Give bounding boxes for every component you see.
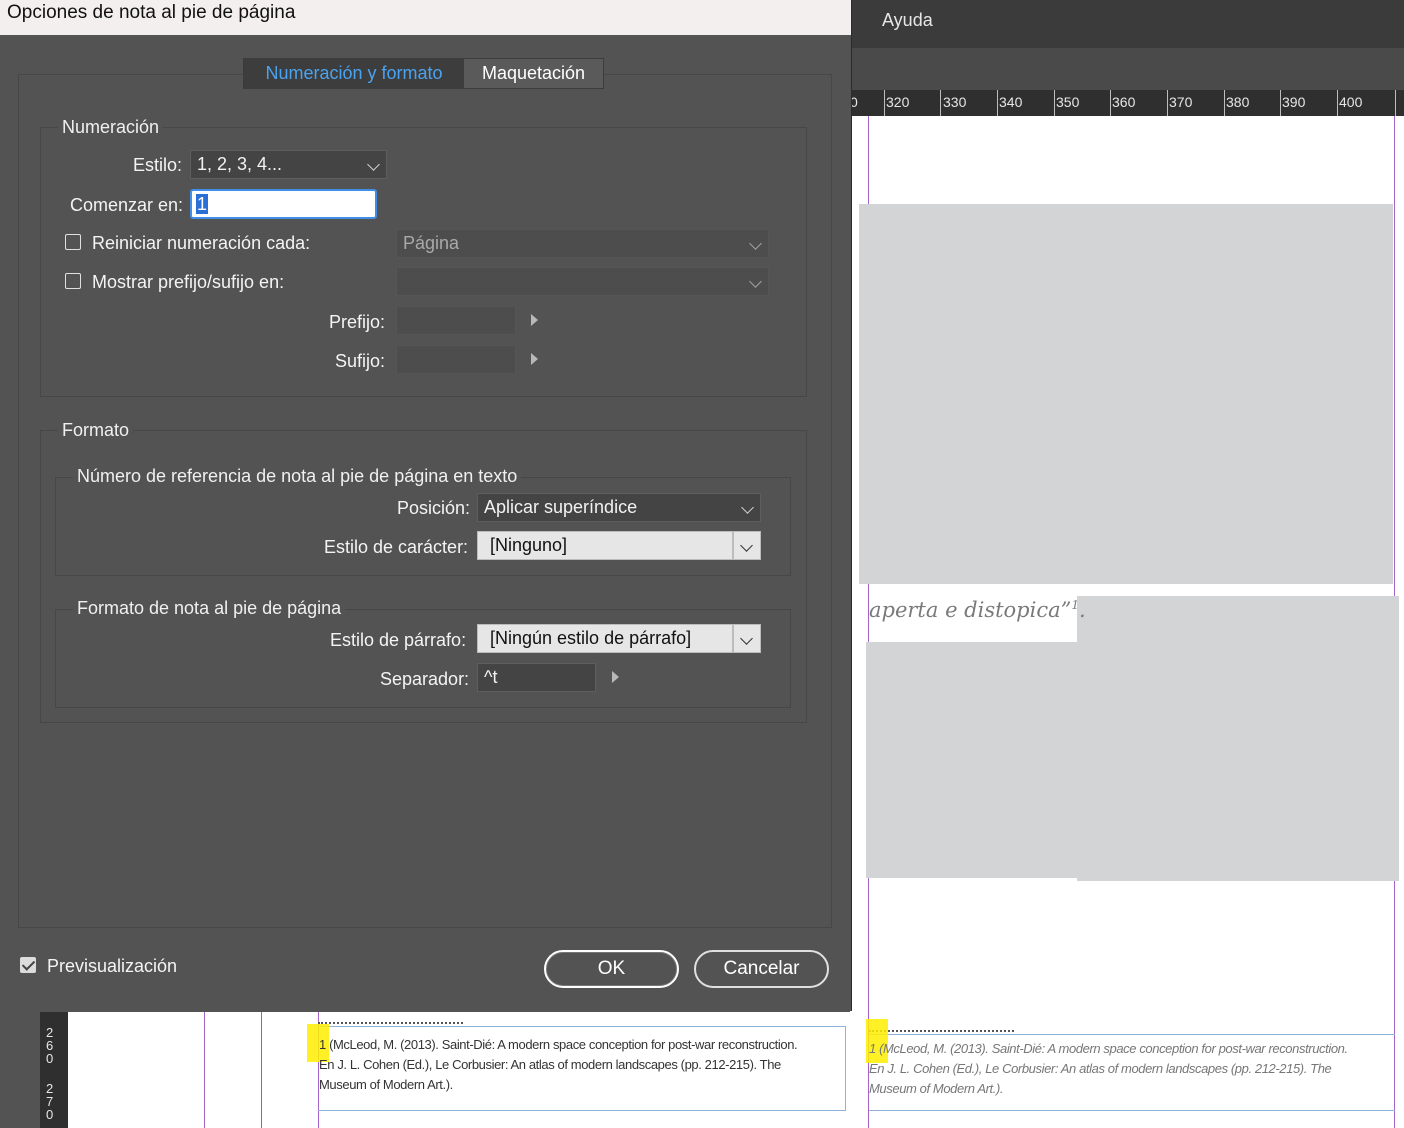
separator-menu-arrow-icon[interactable] [612, 671, 619, 683]
tab-numbering-format[interactable]: Numeración y formato [243, 58, 465, 89]
menu-item-help[interactable]: Ayuda [882, 10, 933, 31]
restart-numbering-checkbox[interactable] [65, 234, 81, 250]
document-page-right[interactable]: aperta e distopica”1. 1 (McLeod, M. (201… [850, 116, 1404, 1128]
ruler-label: 330 [943, 94, 967, 110]
position-value: Aplicar superíndice [484, 497, 638, 517]
footnote-options-dialog: Opciones de nota al pie de página Numera… [0, 0, 852, 1011]
chevron-down-icon [741, 501, 754, 514]
separator-label: Separador: [380, 669, 470, 689]
horizontal-ruler[interactable]: 0 320 330 340 350 360 370 380 390 400 [850, 90, 1404, 117]
suffix-input[interactable] [396, 345, 516, 374]
footnote-divider [318, 1022, 463, 1024]
numbering-style-dropdown[interactable]: 1, 2, 3, 4... [190, 150, 387, 179]
character-style-field[interactable]: [Ninguno] [477, 531, 733, 560]
ruler-label: 360 [1112, 94, 1136, 110]
reference-number-group [55, 477, 791, 576]
separator-input[interactable]: ^t [477, 663, 596, 692]
preview-label: Previsualización [47, 956, 178, 976]
position-dropdown[interactable]: Aplicar superíndice [477, 493, 761, 522]
start-at-value: 1 [196, 194, 209, 214]
ruler-label: 380 [1226, 94, 1250, 110]
restart-numbering-dropdown[interactable]: Página [396, 229, 769, 258]
footnote-text: 1 (McLeod, M. (2013). Saint-Dié: A moder… [869, 1041, 1348, 1096]
restart-numbering-value: Página [403, 233, 460, 253]
reference-number-group-label: Número de referencia de nota al pie de p… [73, 466, 522, 487]
show-prefix-suffix-label: Mostrar prefijo/sufijo en: [92, 272, 285, 292]
column-guide [261, 1012, 262, 1128]
footnote-frame-top [318, 1026, 846, 1027]
suffix-menu-arrow-icon[interactable] [531, 353, 538, 365]
paragraph-style-field[interactable]: [Ningún estilo de párrafo] [477, 624, 733, 653]
cancel-button[interactable]: Cancelar [694, 950, 829, 988]
paragraph-style-label: Estilo de párrafo: [330, 630, 467, 650]
tab-layout[interactable]: Maquetación [463, 58, 604, 89]
footnote-format-group-label: Formato de nota al pie de página [73, 598, 346, 619]
redacted-block [1077, 596, 1399, 881]
numbering-group-label: Numeración [58, 117, 164, 138]
footnote-frame-top [869, 1034, 1395, 1035]
restart-numbering-label: Reiniciar numeración cada: [92, 233, 311, 253]
style-label: Estilo: [133, 155, 183, 175]
ruler-label: 0 [46, 1051, 54, 1066]
dialog-titlebar[interactable]: Opciones de nota al pie de página [0, 0, 851, 35]
ruler-label: 340 [999, 94, 1023, 110]
footnote-frame-bottom [869, 1110, 1395, 1111]
preview-checkbox[interactable] [20, 957, 36, 973]
format-group-label: Formato [58, 420, 134, 441]
ruler-label: 400 [1339, 94, 1363, 110]
chevron-down-icon [749, 237, 762, 250]
document-page-left[interactable]: 1 (McLeod, M. (2013). Saint-Dié: A moder… [68, 1012, 850, 1128]
footnote-divider [869, 1030, 1014, 1032]
prefix-menu-arrow-icon[interactable] [531, 314, 538, 326]
numbering-style-value: 1, 2, 3, 4... [197, 154, 283, 174]
footnote-text: 1 (McLeod, M. (2013). Saint-Dié: A moder… [319, 1037, 798, 1092]
prefix-label: Prefijo: [329, 312, 386, 332]
body-text-fragment: aperta e distopica”1. [869, 598, 1086, 622]
redacted-block [859, 204, 1393, 584]
ok-button[interactable]: OK [544, 950, 679, 988]
chevron-down-icon [749, 275, 762, 288]
position-label: Posición: [397, 498, 471, 518]
chevron-down-icon [740, 632, 753, 645]
prefix-input[interactable] [396, 306, 516, 335]
ruler-label: 390 [1282, 94, 1306, 110]
ruler-label: 350 [1056, 94, 1080, 110]
ruler-label: 370 [1169, 94, 1193, 110]
checkmark-icon [21, 957, 36, 971]
chevron-down-icon [740, 539, 753, 552]
vertical-ruler[interactable]: 2 6 0 2 7 0 [40, 1012, 68, 1128]
character-style-dropdown-button[interactable] [733, 531, 761, 560]
paragraph-style-dropdown-button[interactable] [733, 624, 761, 653]
start-at-input[interactable]: 1 [190, 189, 377, 219]
start-at-label: Comenzar en: [70, 195, 184, 215]
redacted-block [866, 642, 1096, 878]
ruler-label: 0 [46, 1107, 54, 1122]
chevron-down-icon [367, 158, 380, 171]
show-prefix-suffix-checkbox[interactable] [65, 273, 81, 289]
ruler-label: 320 [886, 94, 910, 110]
character-style-label: Estilo de carácter: [324, 537, 469, 557]
dialog-title: Opciones de nota al pie de página [7, 2, 296, 23]
suffix-label: Sufijo: [335, 351, 386, 371]
show-prefix-suffix-dropdown[interactable] [396, 267, 769, 296]
column-guide [204, 1012, 205, 1128]
footnote-frame-bottom [318, 1110, 846, 1111]
